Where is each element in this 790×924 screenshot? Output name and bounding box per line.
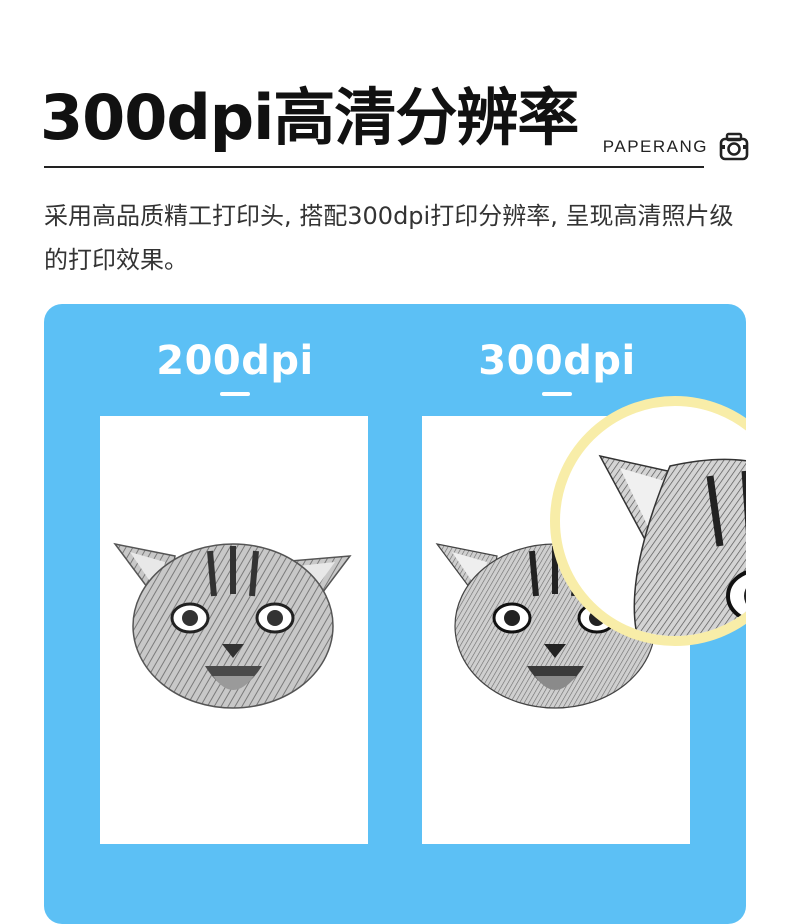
brand-name: PAPERANG — [602, 137, 708, 156]
label-200dpi: 200dpi — [156, 338, 314, 384]
label-300dpi-dash — [542, 392, 572, 396]
description: 采用高品质精工打印头, 搭配300dpi打印分辨率, 呈现高清照片级的打印效果。 — [44, 202, 734, 274]
label-200dpi-dash — [220, 392, 250, 396]
title-divider — [44, 166, 704, 168]
brand: PAPERANG — [603, 131, 750, 163]
zoomed-kitten-detail — [598, 454, 746, 636]
print-card-200dpi — [100, 416, 368, 844]
camera-icon — [718, 131, 750, 163]
page-title: 300dpi高清分辨率 — [40, 81, 579, 154]
comparison-panel: 200dpi 300dpi — [44, 304, 746, 924]
label-300dpi: 300dpi — [478, 338, 636, 384]
kitten-illustration — [110, 526, 360, 716]
